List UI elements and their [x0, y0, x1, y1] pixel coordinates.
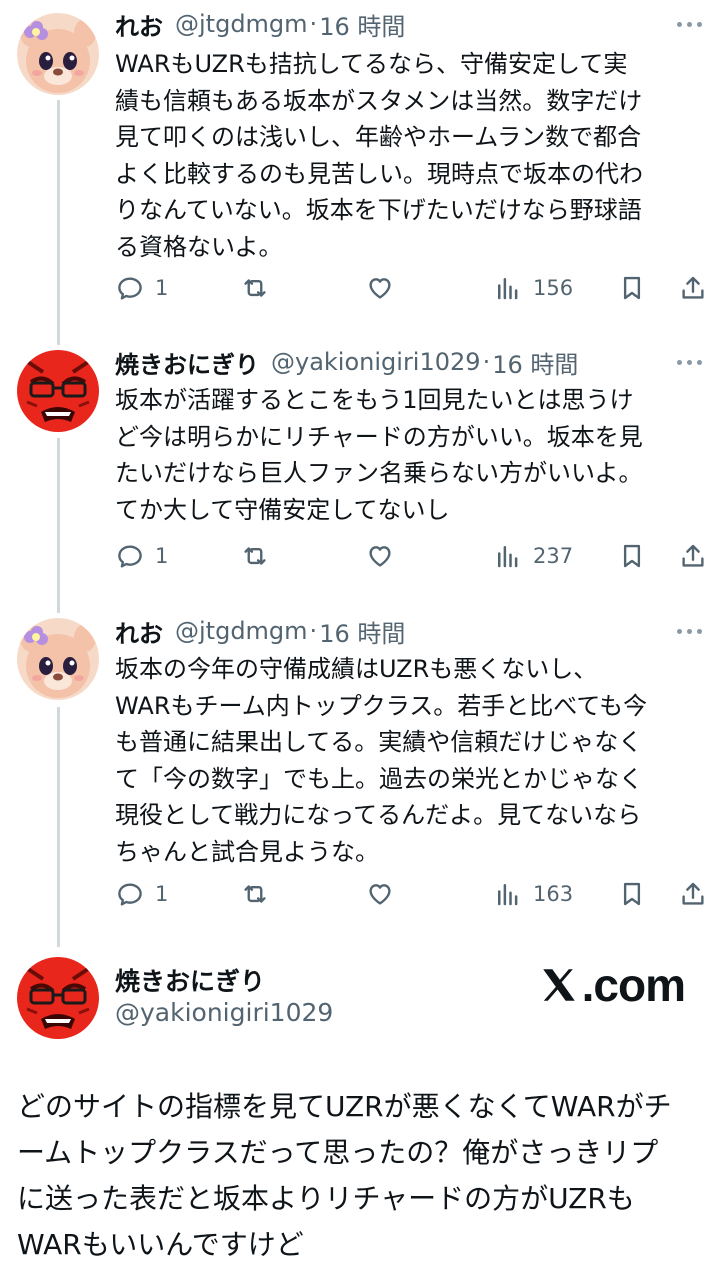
reply-count: 1: [155, 276, 169, 300]
tweet-text-line: ームトップクラスだって思ったの？俺がさっきリプ: [17, 1136, 659, 1169]
share-icon: [682, 544, 704, 567]
brand-text: .com: [581, 959, 686, 1011]
view-count: 237: [533, 544, 574, 568]
separator-dot: ·: [482, 348, 491, 376]
reply-icon: [118, 883, 142, 906]
like-icon: [369, 546, 391, 567]
retweet-icon: [244, 279, 266, 297]
tweet-text-line: WARもUZRも拮抗してるなら、守備安定して実: [115, 50, 628, 78]
thread-line: [57, 100, 60, 345]
tweet-text-line: WARもいいんですけど: [17, 1228, 304, 1261]
display-name[interactable]: れお: [115, 614, 163, 649]
like-button[interactable]: [365, 878, 405, 910]
timestamp[interactable]: 16 時間: [319, 7, 405, 42]
tweet-header: れお @jtgdmgm · 16 時間: [115, 613, 405, 649]
display-name[interactable]: れお: [115, 7, 163, 42]
view-count: 156: [533, 276, 574, 300]
views-icon: [498, 278, 518, 300]
retweet-button[interactable]: [240, 272, 280, 304]
action-bar: 1 156: [115, 272, 715, 304]
reply-button[interactable]: 1: [115, 540, 168, 572]
tweet-text-line: ちゃんと試合見ような。: [115, 837, 379, 866]
views-button[interactable]: 163: [493, 878, 573, 910]
quote-tweet-text: どのサイトの指標を見てUZRが悪くなくてWARがチ ームトップクラスだって思った…: [17, 1084, 717, 1268]
tweet-text: WARもUZRも拮抗してるなら、守備安定して実 績も信頼もある坂本がスタメンは当…: [115, 46, 705, 265]
views-button[interactable]: 237: [493, 540, 573, 572]
like-button[interactable]: [365, 272, 405, 304]
tweet-text-line: 現役として戦力になってるんだよ。見てないなら: [115, 801, 642, 829]
share-icon: [682, 276, 704, 299]
tweet-text-line: どのサイトの指標を見てUZRが悪くなくてWARがチ: [17, 1090, 672, 1123]
tweet-text-line: も普通に結果出してる。実績や信頼だけじゃなく: [115, 728, 643, 756]
more-icon[interactable]: [677, 350, 705, 374]
views-icon: [498, 884, 518, 906]
tweet-text-line: て「今の数字」でも上。過去の栄光とかじゃなく: [115, 764, 643, 793]
user-handle[interactable]: @yakionigiri1029: [115, 998, 333, 1027]
action-bar: 1 163: [115, 878, 715, 910]
display-name[interactable]: 焼きおにぎり: [115, 345, 259, 380]
tweet-header: 焼きおにぎり @yakionigiri1029 · 16 時間: [115, 344, 578, 380]
reply-button[interactable]: 1: [115, 272, 168, 304]
reply-icon: [118, 545, 142, 568]
user-handle[interactable]: @jtgdmgm: [175, 10, 308, 38]
tweet-text-line: 坂本の今年の守備成績はUZRも悪くないし、: [115, 655, 598, 683]
like-icon: [369, 884, 391, 905]
avatar[interactable]: [17, 350, 99, 432]
bookmark-icon: [623, 544, 641, 568]
tweet-text-line: 績も信頼もある坂本がスタメンは当然。数字だけ: [115, 86, 643, 115]
reply-button[interactable]: 1: [115, 878, 168, 910]
tweet-text-line: ど今は明らかにリチャードの方がいい。坂本を見: [115, 422, 643, 451]
user-handle[interactable]: @yakionigiri1029: [271, 348, 481, 376]
avatar[interactable]: [17, 957, 99, 1039]
retweet-icon: [244, 547, 266, 565]
share-icon: [682, 882, 704, 905]
display-name[interactable]: 焼きおにぎり: [115, 962, 265, 998]
tweet-text-line: WARもチーム内トップクラス。若手と比べても今: [115, 691, 648, 720]
x-com-logo: .com: [538, 959, 686, 1011]
tweet-text: 坂本の今年の守備成績はUZRも悪くないし、 WARもチーム内トップクラス。若手と…: [115, 651, 705, 870]
x-logo-icon: [542, 969, 575, 1001]
share-button[interactable]: [678, 878, 708, 910]
retweet-button[interactable]: [240, 540, 280, 572]
tweet-text-line: たいだけなら巨人ファン名乗らない方がいいよ。: [115, 459, 643, 487]
tweet-text-line: 見て叩くのは浅いし、年齢やホームラン数で都合: [115, 123, 642, 151]
reply-icon: [118, 277, 142, 300]
tweet-text-line: 坂本が活躍するとこをもう1回見たいとは思うけ: [115, 386, 634, 414]
bookmark-button[interactable]: [617, 272, 647, 304]
share-button[interactable]: [678, 540, 708, 572]
retweet-button[interactable]: [240, 878, 280, 910]
action-bar: 1 237: [115, 540, 715, 572]
tweet-text-line: に送った表だと坂本よりリチャードの方がUZRも: [17, 1182, 635, 1215]
like-button[interactable]: [365, 540, 405, 572]
tweet-text: 坂本が活躍するとこをもう1回見たいとは思うけ ど今は明らかにリチャードの方がいい…: [115, 382, 705, 528]
bookmark-button[interactable]: [617, 540, 647, 572]
more-icon[interactable]: [677, 619, 705, 643]
reply-count: 1: [155, 882, 169, 906]
views-icon: [498, 546, 518, 568]
separator-dot: ·: [309, 10, 318, 38]
separator-dot: ·: [309, 617, 318, 645]
timestamp[interactable]: 16 時間: [319, 614, 405, 649]
view-count: 163: [533, 882, 574, 906]
tweet-text-line: りなんていない。坂本を下げたいだけなら野球語: [115, 196, 642, 224]
tweet-text-line: てか大して守備安定してないし: [115, 495, 450, 524]
user-handle[interactable]: @jtgdmgm: [175, 617, 308, 645]
thread-line: [57, 438, 60, 613]
share-button[interactable]: [678, 272, 708, 304]
avatar[interactable]: [17, 618, 99, 700]
more-icon[interactable]: [677, 12, 705, 36]
timestamp[interactable]: 16 時間: [492, 345, 578, 380]
reply-count: 1: [155, 544, 169, 568]
like-icon: [369, 278, 391, 299]
tweet-header: れお @jtgdmgm · 16 時間: [115, 6, 405, 42]
retweet-icon: [244, 885, 266, 903]
bookmark-icon: [623, 276, 641, 300]
bookmark-icon: [623, 882, 641, 906]
avatar[interactable]: [17, 13, 99, 95]
bookmark-button[interactable]: [617, 878, 647, 910]
tweet-text-line: る資格ないよ。: [115, 232, 283, 261]
tweet-text-line: よく比較するのも見苦しい。現時点で坂本の代わ: [115, 159, 643, 188]
thread-line: [57, 707, 60, 947]
views-button[interactable]: 156: [493, 272, 573, 304]
